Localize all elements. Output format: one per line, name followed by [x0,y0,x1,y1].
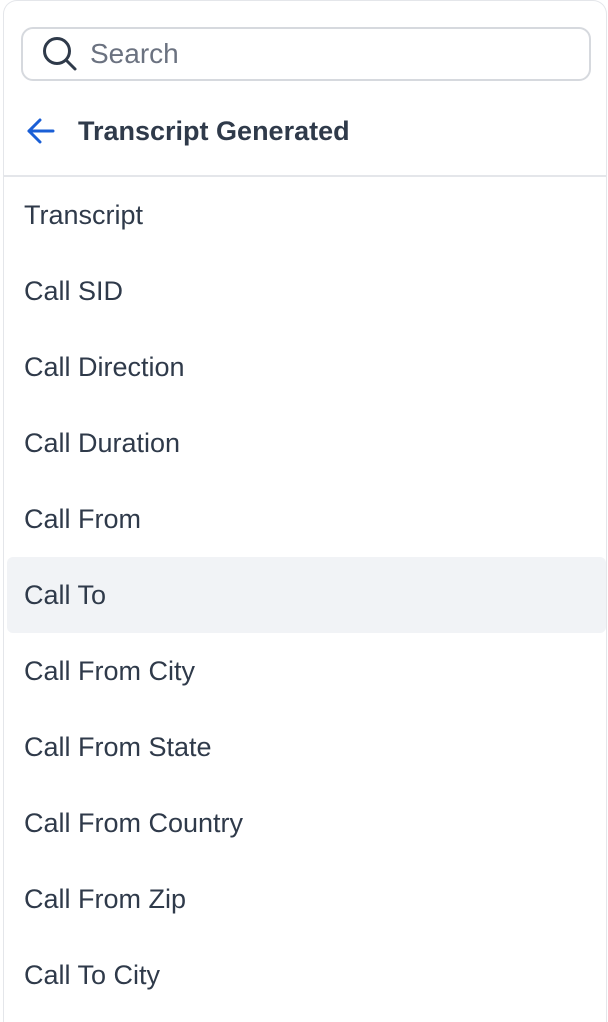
list-item-label: Call Duration [24,427,181,458]
list-item-label: Call From State [24,731,212,762]
list-item[interactable]: Call From Zip [7,861,606,937]
list-item[interactable]: Call To City [7,937,606,1013]
search-box[interactable] [21,27,591,81]
submenu-title: Transcript Generated [78,115,350,146]
list-item-label: Transcript [24,199,144,230]
list-item[interactable]: Call To [7,557,606,633]
arrow-left-icon[interactable] [23,113,59,149]
list-item[interactable]: Call Direction [7,329,606,405]
field-picker-panel: Transcript Generated Transcript Call SID C… [3,0,607,1022]
list-item-label: Call From [24,503,142,534]
list-item-label: Call SID [24,275,124,306]
list-item-label: Call Direction [24,351,185,382]
list-item[interactable]: Call Duration [7,405,606,481]
list-item[interactable]: Call From State [7,709,606,785]
search-icon [40,34,80,74]
list-item[interactable]: Call SID [7,253,606,329]
list-item[interactable]: Call From [7,481,606,557]
list-item-label: Call From Country [24,807,244,838]
list-item-label: Call To City [24,959,161,990]
search-input[interactable] [90,38,570,70]
list-item-label: Call To [24,579,107,610]
list-item[interactable]: Call From City [7,633,606,709]
field-list: Transcript Call SID Call Direction Call Dur… [4,177,606,1013]
list-item[interactable]: Call From Country [7,785,606,861]
submenu-header: Transcript Generated [4,99,606,163]
list-item[interactable]: Transcript [7,177,606,253]
list-item-label: Call From Zip [24,883,187,914]
list-item-label: Call From City [24,655,196,686]
